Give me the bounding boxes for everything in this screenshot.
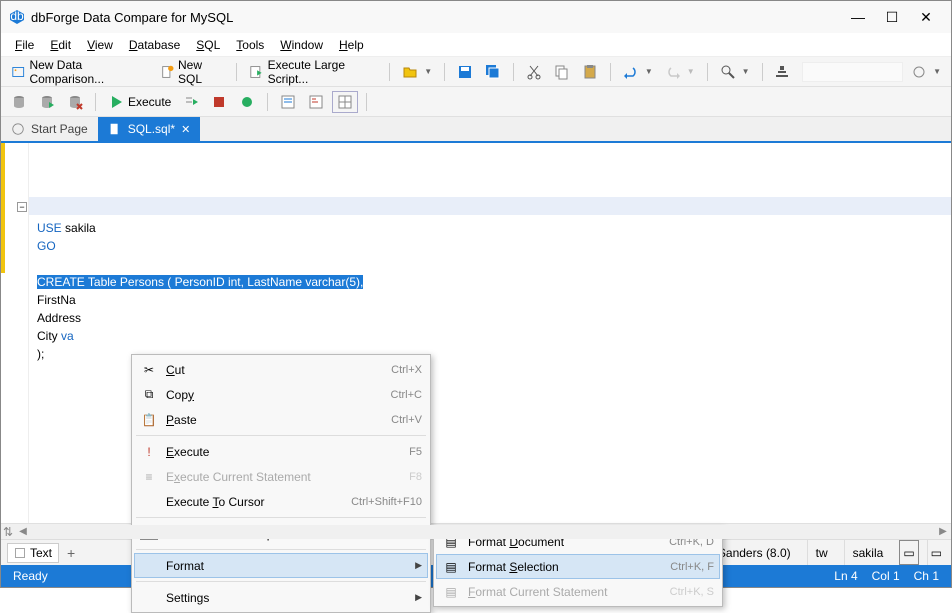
- sub-format-selection[interactable]: ▤Format SelectionCtrl+K, F: [436, 554, 720, 579]
- status-db1: tw: [807, 540, 836, 565]
- ctx-execute-to-cursor[interactable]: Execute To CursorCtrl+Shift+F10: [134, 489, 428, 514]
- status-line: Ln 4: [834, 569, 857, 583]
- format-button[interactable]: [304, 91, 328, 113]
- status-view-2[interactable]: ▭: [927, 540, 945, 565]
- menu-help[interactable]: Help: [331, 36, 372, 54]
- menu-edit[interactable]: Edit: [42, 36, 79, 54]
- new-comparison-button[interactable]: New Data Comparison...: [7, 61, 152, 83]
- cut-icon: ✂: [140, 363, 158, 377]
- ctx-paste[interactable]: 📋PasteCtrl+V: [134, 407, 428, 432]
- ctx-execute-current: ≡Execute Current StatementF8: [134, 464, 428, 489]
- status-col: Col 1: [872, 569, 900, 583]
- collapse-toggle[interactable]: −: [17, 202, 27, 212]
- bottom-tab-text[interactable]: Text: [7, 543, 59, 563]
- find-button[interactable]: ▼: [716, 61, 754, 83]
- status-ready: Ready: [13, 569, 48, 583]
- menu-sql[interactable]: SQL: [188, 36, 228, 54]
- ctx-settings[interactable]: Settings▶: [134, 585, 428, 610]
- new-sql-button[interactable]: New SQL: [156, 61, 229, 83]
- status-db2: sakila: [844, 540, 892, 565]
- undo-button[interactable]: ▼: [619, 61, 657, 83]
- menu-database[interactable]: Database: [121, 36, 188, 54]
- execute-icon: !: [140, 445, 158, 459]
- db-icon-3[interactable]: [63, 91, 87, 113]
- ctx-cut[interactable]: ✂CutCtrl+X: [134, 357, 428, 382]
- save-button[interactable]: [453, 61, 477, 83]
- title-bar: db dbForge Data Compare for MySQL — ☐ ✕: [1, 1, 951, 33]
- toolbar-sql: Execute: [1, 87, 951, 117]
- cut-button[interactable]: [522, 61, 546, 83]
- close-button[interactable]: ✕: [909, 7, 943, 27]
- window-title: dbForge Data Compare for MySQL: [31, 10, 841, 25]
- menu-tools[interactable]: Tools: [228, 36, 272, 54]
- search-box[interactable]: [802, 62, 903, 82]
- home-icon: [11, 122, 25, 136]
- db-icon-1[interactable]: [7, 91, 31, 113]
- execute-step-icon: ≡: [140, 470, 158, 484]
- comment-button[interactable]: [276, 91, 300, 113]
- menu-bar: File Edit View Database SQL Tools Window…: [1, 33, 951, 57]
- ctx-copy[interactable]: ⧉CopyCtrl+C: [134, 382, 428, 407]
- maximize-button[interactable]: ☐: [875, 7, 909, 27]
- minimize-button[interactable]: —: [841, 7, 875, 27]
- sub-format-statement: ▤Format Current StatementCtrl+K, S: [436, 579, 720, 604]
- status-char: Ch 1: [914, 569, 939, 583]
- document-tabs: Start Page SQL.sql* ✕: [1, 117, 951, 143]
- save-all-button[interactable]: [481, 61, 505, 83]
- options-button[interactable]: ▼: [907, 61, 945, 83]
- open-button[interactable]: ▼: [398, 61, 436, 83]
- svg-text:db: db: [10, 9, 24, 23]
- menu-window[interactable]: Window: [272, 36, 331, 54]
- bottom-tab-add[interactable]: +: [67, 545, 75, 561]
- copy-button[interactable]: [550, 61, 574, 83]
- app-logo-icon: db: [9, 9, 25, 25]
- execute-large-script-button[interactable]: Execute Large Script...: [245, 61, 381, 83]
- ctx-execute[interactable]: !ExecuteF5: [134, 439, 428, 464]
- db-icon-2[interactable]: [35, 91, 59, 113]
- status-view-1[interactable]: ▭: [899, 540, 918, 565]
- stop-button[interactable]: [207, 91, 231, 113]
- redo-button[interactable]: ▼: [661, 61, 699, 83]
- grid-button[interactable]: [332, 91, 358, 113]
- execute-button[interactable]: Execute: [104, 91, 175, 113]
- format-sel-icon: ▤: [442, 560, 460, 574]
- toolbar-main: New Data Comparison... New SQL Execute L…: [1, 57, 951, 87]
- ctx-format[interactable]: Format▶: [134, 553, 428, 578]
- tab-sql-file[interactable]: SQL.sql* ✕: [98, 117, 201, 141]
- code-editor[interactable]: − USE sakila GO CREATE Table Persons ( P…: [1, 143, 951, 523]
- horizontal-scrollbar[interactable]: ⇅ ◀ ▶: [1, 523, 951, 539]
- menu-file[interactable]: File: [7, 36, 42, 54]
- tab-start-page[interactable]: Start Page: [1, 117, 98, 141]
- copy-icon: ⧉: [140, 387, 158, 402]
- debug-button[interactable]: [235, 91, 259, 113]
- tab-close-button[interactable]: ✕: [181, 123, 190, 136]
- filter-button[interactable]: [770, 61, 794, 83]
- execute-step-button[interactable]: [179, 91, 203, 113]
- sql-file-icon: [108, 122, 122, 136]
- menu-view[interactable]: View: [79, 36, 121, 54]
- context-menu: ✂CutCtrl+X ⧉CopyCtrl+C 📋PasteCtrl+V !Exe…: [131, 354, 431, 613]
- text-tab-icon: [14, 547, 26, 559]
- format-stmt-icon: ▤: [442, 585, 460, 599]
- editor-gutter: −: [1, 143, 29, 523]
- paste-icon: 📋: [140, 413, 158, 427]
- paste-button[interactable]: [578, 61, 602, 83]
